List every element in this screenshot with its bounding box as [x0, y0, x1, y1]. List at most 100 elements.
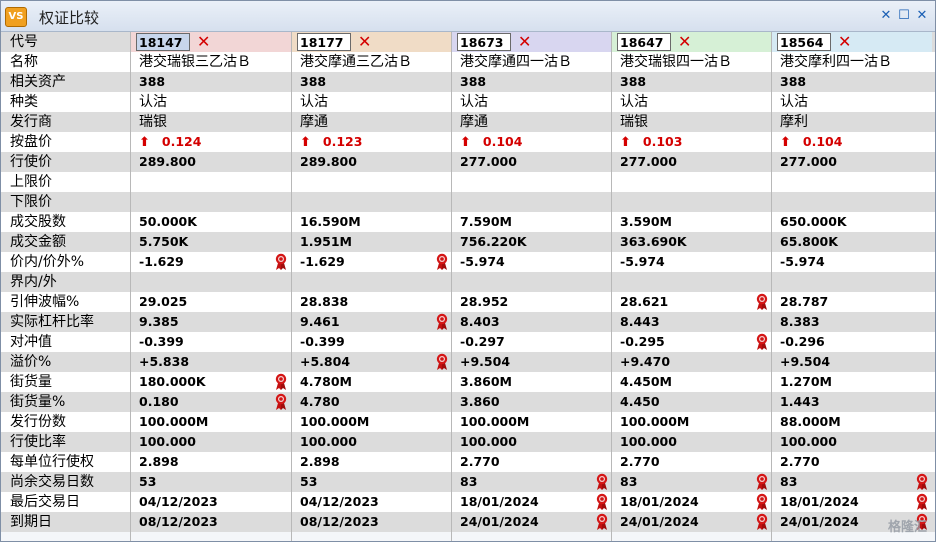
warrant-code-input[interactable]: 18564 — [777, 33, 831, 51]
code-header-cell: 18564 ✕ — [772, 32, 932, 52]
row-label: 发行商 — [10, 114, 52, 130]
close-icon[interactable]: ✕ — [879, 9, 893, 23]
cell-leverage: 8.383 — [780, 314, 820, 329]
row-leverage: 实际杠杆比率 9.385 9.461 8.403 8.443 8.383 — [1, 312, 935, 332]
cell-turnover: 65.800K — [780, 234, 838, 249]
cell-issuer: 摩通 — [300, 114, 328, 130]
remove-warrant-icon[interactable]: ✕ — [197, 32, 210, 52]
row-label: 每单位行使权 — [10, 454, 94, 470]
price-value: 0.103 — [642, 134, 683, 149]
cell-upper — [292, 172, 452, 192]
cell-price: ⬆ 0.123 — [292, 132, 452, 152]
row-label: 溢价% — [10, 354, 52, 370]
column-divider — [771, 32, 772, 541]
cell-name: 港交瑞银四一沽Ｂ — [620, 54, 732, 70]
cell-underlying: 388 — [300, 74, 327, 89]
row-delta: 对冲值 -0.399 -0.399 -0.297 -0.295 -0.296 — [1, 332, 935, 352]
cell-inout — [612, 272, 772, 292]
warrant-code-input[interactable]: 18177 — [297, 33, 351, 51]
row-underlying: 相关资产 388 388 388 388 388 — [1, 72, 935, 92]
cell-type: 认沽 — [300, 94, 328, 110]
cell-outstanding: 4.450M — [620, 374, 672, 389]
cell-per_unit: 2.770 — [780, 454, 820, 469]
cell-turnover: 756.220K — [460, 234, 527, 249]
award-ribbon-icon — [755, 493, 769, 511]
cell-name: 港交摩利四一沽Ｂ — [780, 54, 892, 70]
cell-upper — [131, 172, 291, 192]
cell-moneyness: -5.974 — [460, 254, 505, 269]
cell-last_trade: 18/01/2024 — [780, 494, 859, 509]
cell-price: ⬆ 0.103 — [612, 132, 772, 152]
cell-upper — [452, 172, 612, 192]
row-label: 名称 — [10, 54, 38, 70]
warrant-code-input[interactable]: 18673 — [457, 33, 511, 51]
row-volume: 成交股数 50.000K 16.590M 7.590M 3.590M 650.000K — [1, 212, 935, 232]
remove-warrant-icon[interactable]: ✕ — [358, 32, 371, 52]
remove-warrant-icon[interactable]: ✕ — [518, 32, 531, 52]
cell-premium: +9.504 — [780, 354, 831, 369]
close-window-icon[interactable]: ✕ — [915, 9, 929, 23]
cell-last_trade: 18/01/2024 — [620, 494, 699, 509]
row-premium: 溢价% +5.838 +5.804 +9.504 +9.470 +9.504 — [1, 352, 935, 372]
cell-strike: 277.000 — [780, 154, 837, 169]
watermark-logo: 格隆汇 — [887, 520, 927, 535]
cell-expiry: 24/01/2024 — [620, 514, 699, 529]
cell-issuer: 摩利 — [780, 114, 808, 130]
row-label: 最后交易日 — [10, 494, 80, 510]
cell-issue_size: 88.000M — [780, 414, 841, 429]
award-ribbon-icon — [915, 493, 929, 511]
cell-inout — [452, 272, 612, 292]
cell-underlying: 388 — [620, 74, 647, 89]
cell-outstanding: 4.780M — [300, 374, 352, 389]
cell-issuer: 瑞银 — [139, 114, 167, 130]
row-label: 实际杠杆比率 — [10, 314, 94, 330]
row-lower: 下限价 — [1, 192, 935, 212]
cell-volume: 7.590M — [460, 214, 512, 229]
row-label: 成交金额 — [10, 234, 66, 250]
award-ribbon-icon — [435, 353, 449, 371]
cell-volume: 650.000K — [780, 214, 847, 229]
remove-warrant-icon[interactable]: ✕ — [838, 32, 851, 52]
row-code: 代号 18147 ✕ 18177 ✕ 18673 ✕ 18647 ✕ 18564 ✕ — [1, 32, 935, 52]
cell-strike: 277.000 — [620, 154, 677, 169]
cell-expiry: 08/12/2023 — [139, 514, 218, 529]
award-ribbon-icon — [274, 253, 288, 271]
cell-leverage: 8.403 — [460, 314, 500, 329]
row-label: 代号 — [10, 34, 38, 50]
cell-premium: +9.470 — [620, 354, 671, 369]
cell-iv: 28.787 — [780, 294, 829, 309]
code-header-cell: 18177 ✕ — [292, 32, 452, 52]
warrant-code-input[interactable]: 18147 — [136, 33, 190, 51]
cell-type: 认沽 — [780, 94, 808, 110]
award-ribbon-icon — [755, 333, 769, 351]
up-arrow-icon: ⬆ — [780, 135, 791, 150]
cell-ratio: 100.000 — [460, 434, 517, 449]
row-label: 对冲值 — [10, 334, 52, 350]
maximize-icon[interactable]: ☐ — [897, 9, 911, 23]
warrant-code-input[interactable]: 18647 — [617, 33, 671, 51]
cell-per_unit: 2.770 — [620, 454, 660, 469]
row-label: 相关资产 — [10, 74, 66, 90]
award-ribbon-icon — [435, 253, 449, 271]
cell-issue_size: 100.000M — [300, 414, 370, 429]
row-label: 发行份数 — [10, 414, 66, 430]
row-strike: 行使价 289.800 289.800 277.000 277.000 277.000 — [1, 152, 935, 172]
cell-leverage: 9.461 — [300, 314, 340, 329]
cell-moneyness: -1.629 — [139, 254, 184, 269]
cell-delta: -0.399 — [139, 334, 184, 349]
cell-ratio: 100.000 — [139, 434, 196, 449]
cell-days_left: 53 — [300, 474, 318, 489]
row-label: 上限价 — [10, 174, 52, 190]
cell-outstanding_pct: 0.180 — [139, 394, 179, 409]
cell-lower — [772, 192, 932, 212]
code-header-cell: 18647 ✕ — [612, 32, 772, 52]
remove-warrant-icon[interactable]: ✕ — [678, 32, 691, 52]
row-label: 尚余交易日数 — [10, 474, 94, 490]
row-label: 界内/外 — [10, 274, 57, 290]
award-ribbon-icon — [595, 473, 609, 491]
cell-inout — [131, 272, 291, 292]
cell-iv: 29.025 — [139, 294, 188, 309]
row-label: 引伸波幅% — [10, 294, 80, 310]
cell-price: ⬆ 0.104 — [772, 132, 932, 152]
cell-iv: 28.952 — [460, 294, 509, 309]
